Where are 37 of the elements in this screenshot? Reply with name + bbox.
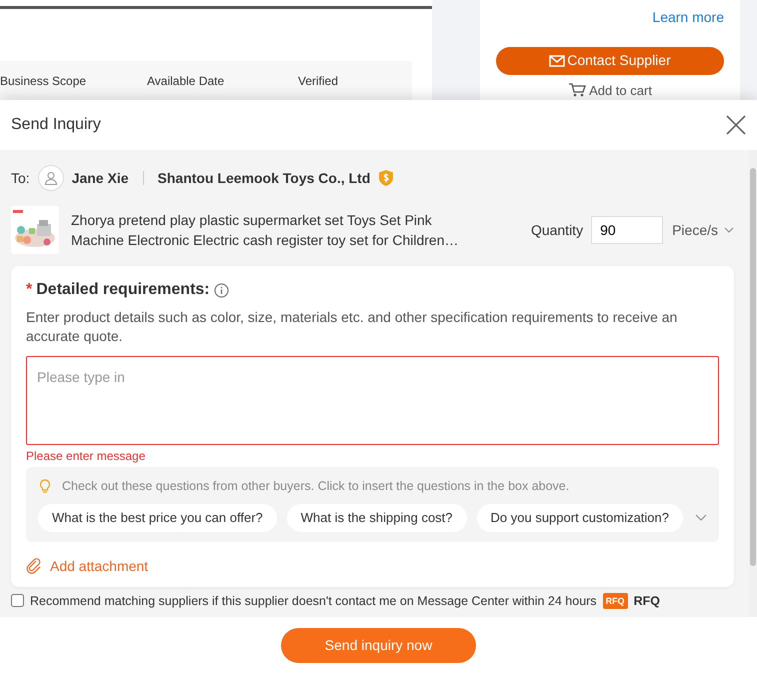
lightbulb-icon bbox=[38, 478, 52, 494]
close-icon[interactable] bbox=[726, 115, 746, 135]
column-header: Available Date bbox=[147, 73, 226, 90]
shield-icon bbox=[378, 169, 394, 187]
cart-icon bbox=[568, 83, 586, 98]
column-header: Verified bbox=[298, 73, 338, 90]
dialog-title: Send Inquiry bbox=[11, 115, 101, 135]
requirements-label: Detailed requirements: bbox=[36, 280, 210, 300]
chevron-icon bbox=[724, 227, 734, 233]
contact-supplier-button[interactable]: Contact Supplier bbox=[496, 47, 724, 74]
learn-more-link[interactable]: Learn more bbox=[652, 7, 724, 28]
question-chip[interactable]: What is the shipping cost? bbox=[286, 504, 467, 532]
info-icon bbox=[214, 282, 229, 298]
question-chip[interactable]: What is the best price you can offer? bbox=[38, 504, 277, 532]
rfq-badge: RFQ bbox=[602, 592, 628, 609]
suggestions-hint: Check out these questions from other buyers. Click to insert the questions in the box above. bbox=[62, 478, 570, 495]
paperclip-icon bbox=[26, 558, 42, 574]
product-name: Zhorya pretend play plastic supermarket set Toys Set Pink Machine Electronic Electric cash register toy set for Children… bbox=[71, 211, 460, 250]
quantity-field[interactable]: 90 bbox=[591, 216, 664, 244]
unit-dropdown[interactable]: Piece/s bbox=[672, 220, 734, 240]
company-name: Shantou Leemook Toys Co., Ltd bbox=[158, 168, 370, 188]
error-message: Please enter message bbox=[26, 448, 146, 465]
add-to-cart-link[interactable]: Add to cart bbox=[589, 80, 652, 100]
contact-name: Jane Xie bbox=[72, 168, 129, 188]
avatar-icon bbox=[38, 165, 64, 191]
recommend-checkbox[interactable] bbox=[11, 594, 24, 608]
requirements-hint: Enter product details such as color, size, materials etc. and other specification requirements to receive an accurate quote. bbox=[26, 308, 678, 346]
rfq-label: RFQ bbox=[634, 592, 660, 609]
message-field[interactable]: Please type in bbox=[26, 356, 719, 445]
to-label: To: bbox=[11, 168, 30, 188]
required-mark: * bbox=[26, 280, 32, 300]
column-header: Business Scope bbox=[0, 73, 88, 90]
recommend-label: Recommend matching suppliers if this supplier doesn't contact me on Message Center within 24 hours bbox=[30, 592, 597, 609]
quantity-label: Quantity bbox=[530, 220, 584, 240]
question-chip[interactable]: Do you support customization? bbox=[476, 504, 683, 532]
envelope-icon bbox=[549, 54, 566, 67]
chevron-icon[interactable] bbox=[695, 514, 707, 522]
